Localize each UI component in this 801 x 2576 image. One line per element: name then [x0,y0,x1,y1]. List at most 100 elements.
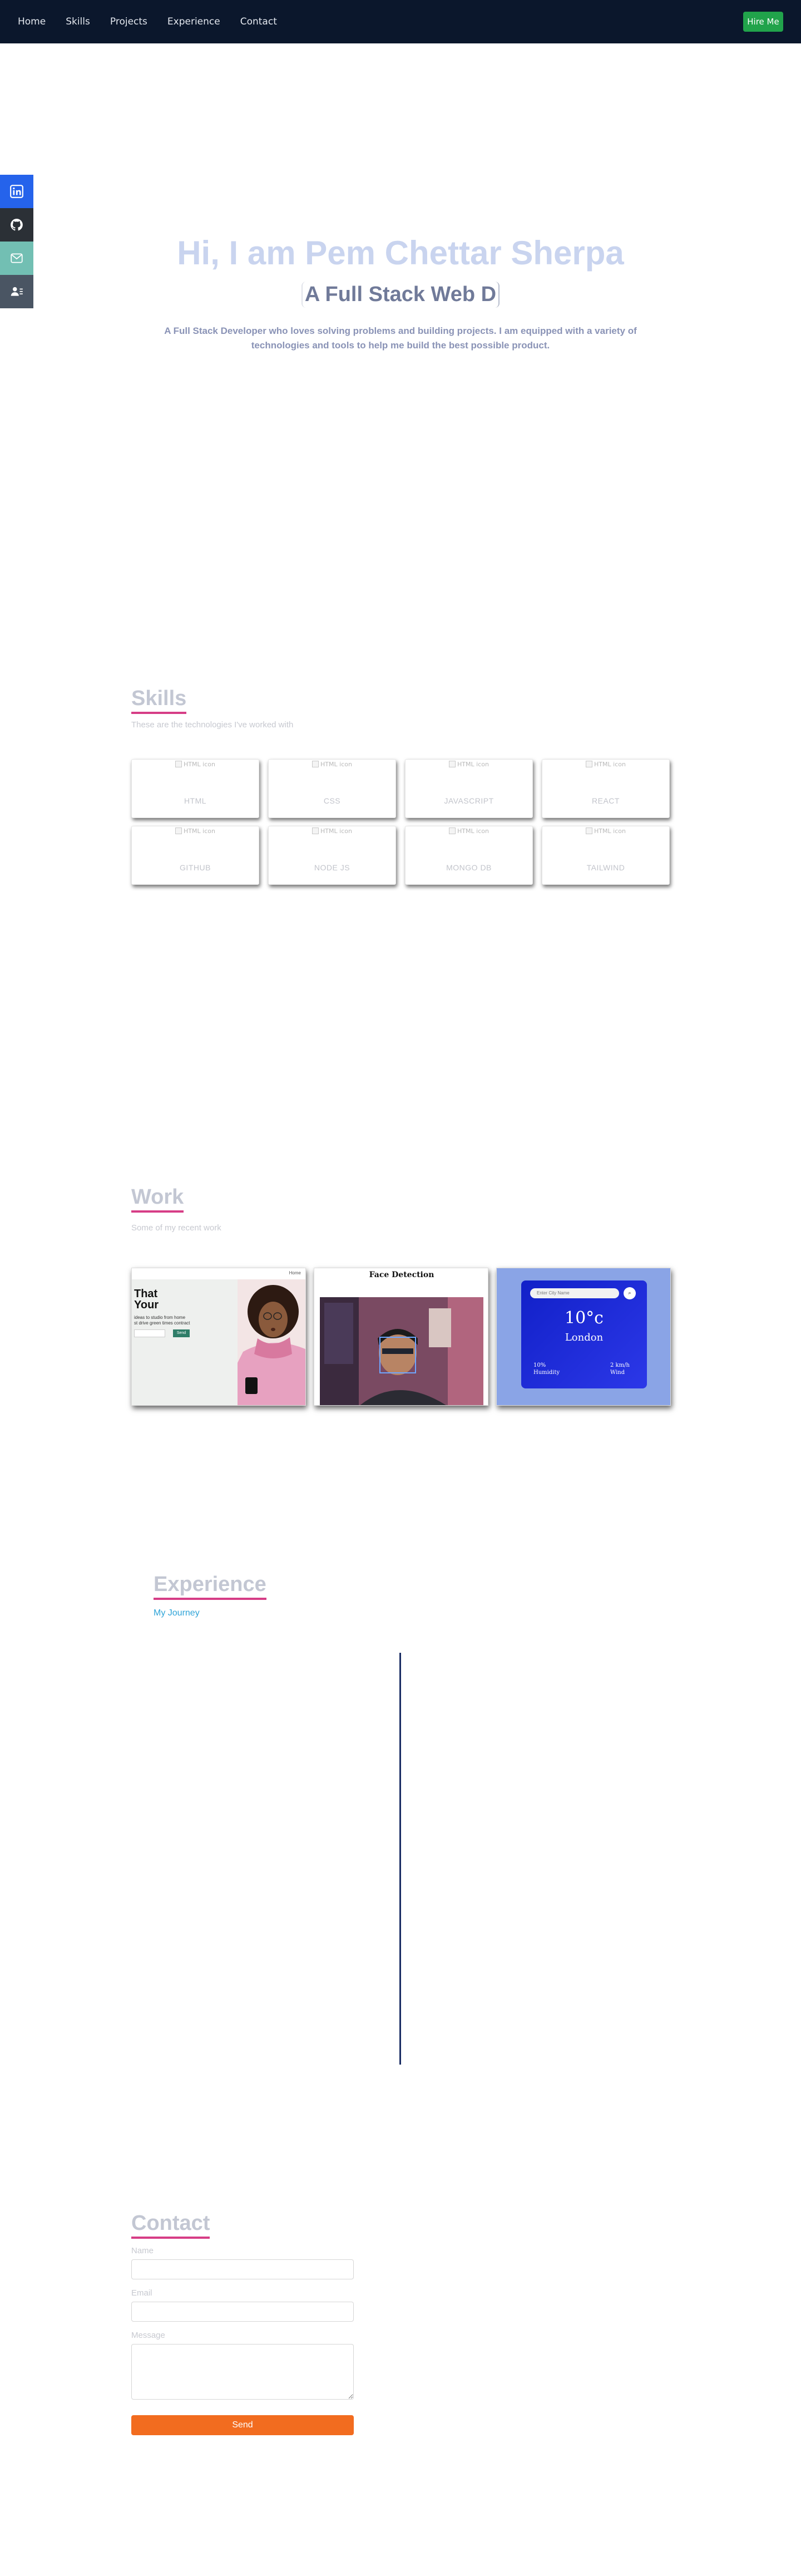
project-3-humidity: 10% Humidity [533,1362,560,1376]
skill-image-alt: HTML icon [184,828,215,835]
project-3-humidity-value: 10% [533,1362,546,1368]
skill-image-placeholder: HTML icon [132,761,259,769]
hire-me-button[interactable]: Hire Me [743,12,783,32]
skills-subtitle: These are the technologies I've worked w… [131,720,294,730]
project-1-topbar: Home [132,1268,305,1279]
skill-image-placeholder: HTML icon [406,761,532,769]
skill-image-alt: HTML icon [184,761,215,768]
skill-image-alt: HTML icon [457,761,489,768]
project-3-temp: 10°c [565,1308,604,1328]
project-card-weather[interactable]: Enter City Name ⌕ 10°c London 10% Humidi… [496,1268,671,1406]
skills-heading: Skills [131,687,187,714]
nav-link-contact[interactable]: Contact [240,16,277,27]
project-1-body: ideas to studio from home st drive green… [134,1315,190,1326]
email-label: Email [131,2288,152,2298]
skill-card-html: HTML icon HTML [131,759,259,818]
hero-subtitle-wrap: A Full Stack Web D [0,282,801,308]
work-heading: Work [131,1185,184,1213]
project-1-headline-line2: Your [134,1299,159,1311]
skill-name: REACT [592,796,620,805]
broken-image-icon [312,761,319,767]
project-card-face-detection[interactable]: Face Detection [314,1268,488,1406]
experience-subtitle: My Journey [154,1608,200,1618]
skill-name: JAVASCRIPT [444,796,494,805]
send-button[interactable]: Send [131,2415,354,2435]
work-grid: Home That Your ideas to studio from home… [131,1268,671,1406]
nav-link-skills[interactable]: Skills [66,16,90,27]
skill-image-alt: HTML icon [320,828,352,835]
contact-heading-underline [131,2237,210,2239]
nav-links: Home Skills Projects Experience Contact [18,0,277,43]
work-heading-underline [131,1210,184,1213]
linkedin-link[interactable] [0,175,33,208]
skill-card-javascript: HTML icon JAVASCRIPT [405,759,533,818]
broken-image-icon [586,761,593,767]
experience-heading-underline [154,1598,266,1600]
broken-image-icon [175,761,182,767]
skill-image-placeholder: HTML icon [406,828,532,835]
skill-name: MONGO DB [446,863,492,872]
skill-image-placeholder: HTML icon [269,761,395,769]
project-3-city-input: Enter City Name [530,1288,619,1298]
name-label: Name [131,2246,154,2255]
skill-card-css: HTML icon CSS [268,759,396,818]
skill-name: NODE JS [314,863,350,872]
project-1-body-line1: ideas to studio from home [134,1315,186,1320]
top-navbar: Home Skills Projects Experience Contact … [0,0,801,43]
project-2-title: Face Detection [369,1270,434,1279]
message-label: Message [131,2331,165,2340]
work-heading-text: Work [131,1185,184,1209]
skill-image-alt: HTML icon [457,828,489,835]
skill-name: GITHUB [180,863,211,872]
work-subtitle: Some of my recent work [131,1223,221,1233]
project-3-weather-panel: Enter City Name ⌕ 10°c London 10% Humidi… [521,1280,647,1388]
project-2-webcam-feed [320,1297,483,1405]
hero-typewriter-subtitle: A Full Stack Web D [301,282,500,308]
message-field[interactable] [131,2344,354,2400]
project-3-wind: 2 km/h Wind [610,1362,630,1376]
skills-grid: HTML icon HTML HTML icon CSS HTML icon JAVA… [131,759,671,885]
nav-link-projects[interactable]: Projects [110,16,147,27]
nav-link-home[interactable]: Home [18,16,46,27]
skill-name: HTML [184,796,207,805]
github-icon [11,219,23,231]
skill-image-placeholder: HTML icon [132,828,259,835]
broken-image-icon [586,828,593,834]
skill-card-tailwind: HTML icon TAILWIND [542,826,670,885]
skill-image-placeholder: HTML icon [269,828,395,835]
project-1-woman-illustration [238,1279,305,1405]
project-3-search-icon: ⌕ [624,1287,636,1299]
project-3-city: London [565,1332,604,1343]
broken-image-icon [449,761,456,767]
broken-image-icon [449,828,456,834]
hero-title: Hi, I am Pem Chettar Sherpa [177,234,624,272]
skill-card-mongodb: HTML icon MONGO DB [405,826,533,885]
project-3-wind-value: 2 km/h [610,1362,630,1368]
skill-card-github: HTML icon GITHUB [131,826,259,885]
project-1-headline-line1: That [134,1288,158,1300]
experience-timeline-line [399,1653,401,2065]
skill-card-nodejs: HTML icon NODE JS [268,826,396,885]
experience-heading: Experience [154,1573,266,1600]
contact-heading: Contact [131,2211,210,2239]
project-1-email-input [134,1329,165,1337]
skill-image-alt: HTML icon [594,828,626,835]
project-card-landing[interactable]: Home That Your ideas to studio from home… [131,1268,306,1406]
skill-name: TAILWIND [586,863,625,872]
email-field[interactable] [131,2302,354,2322]
skill-image-placeholder: HTML icon [542,761,669,769]
skill-image-alt: HTML icon [594,761,626,768]
skills-heading-underline [131,712,187,714]
skill-card-react: HTML icon REACT [542,759,670,818]
name-field[interactable] [131,2259,354,2279]
skill-image-alt: HTML icon [320,761,352,768]
skill-image-placeholder: HTML icon [542,828,669,835]
hero-description: A Full Stack Developer who loves solving… [164,326,637,351]
broken-image-icon [312,828,319,834]
project-1-nav-label: Home [289,1270,301,1275]
contact-heading-text: Contact [131,2211,210,2235]
skills-heading-text: Skills [131,687,187,710]
project-3-wind-label: Wind [610,1370,625,1376]
nav-link-experience[interactable]: Experience [167,16,220,27]
broken-image-icon [175,828,182,834]
